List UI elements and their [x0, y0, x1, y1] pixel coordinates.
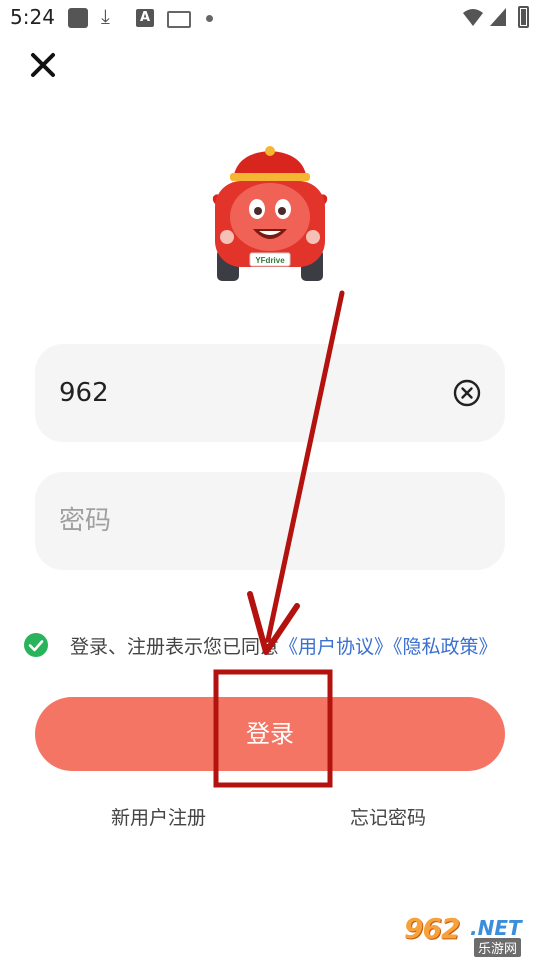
watermark-net: .NET [470, 916, 522, 940]
login-button[interactable]: 登录 [35, 697, 505, 771]
signal-icon [490, 8, 506, 26]
download-icon: ⤓ [101, 4, 110, 28]
watermark-sub: 乐游网 [474, 938, 522, 957]
watermark-logo: 962 .NET 乐游网 [400, 912, 535, 957]
agreement-text: 登录、注册表示您已同意《用户协议》《隐私政策》 [70, 632, 498, 659]
close-icon[interactable] [26, 48, 60, 82]
mascot-plate-text: YFdrive [255, 256, 285, 265]
mascot-car-logo: YFdrive [212, 146, 328, 281]
wifi-icon [463, 9, 483, 26]
user-agreement-link[interactable]: 《用户协议》 [279, 636, 393, 658]
a-icon: A [136, 9, 154, 27]
square-app-icon [68, 8, 88, 28]
register-link[interactable]: 新用户注册 [111, 803, 206, 830]
forgot-password-link[interactable]: 忘记密码 [350, 803, 426, 830]
username-field[interactable]: 962 [35, 344, 505, 442]
status-bar: 5:24 ⤓ A [0, 0, 540, 36]
status-time: 5:24 [10, 5, 55, 29]
clear-input-icon[interactable] [453, 379, 481, 407]
battery-icon [518, 6, 529, 28]
agreement-prefix: 登录、注册表示您已同意 [70, 636, 280, 658]
username-input-value[interactable]: 962 [59, 344, 109, 442]
password-field[interactable]: 密码 [35, 472, 505, 570]
dot-icon [206, 15, 213, 22]
privacy-policy-link[interactable]: 《隐私政策》 [393, 636, 498, 658]
watermark-number: 962 [404, 912, 460, 945]
password-placeholder[interactable]: 密码 [59, 472, 111, 570]
agreement-checkbox-icon[interactable] [24, 633, 48, 657]
keyboard-icon [167, 11, 191, 28]
